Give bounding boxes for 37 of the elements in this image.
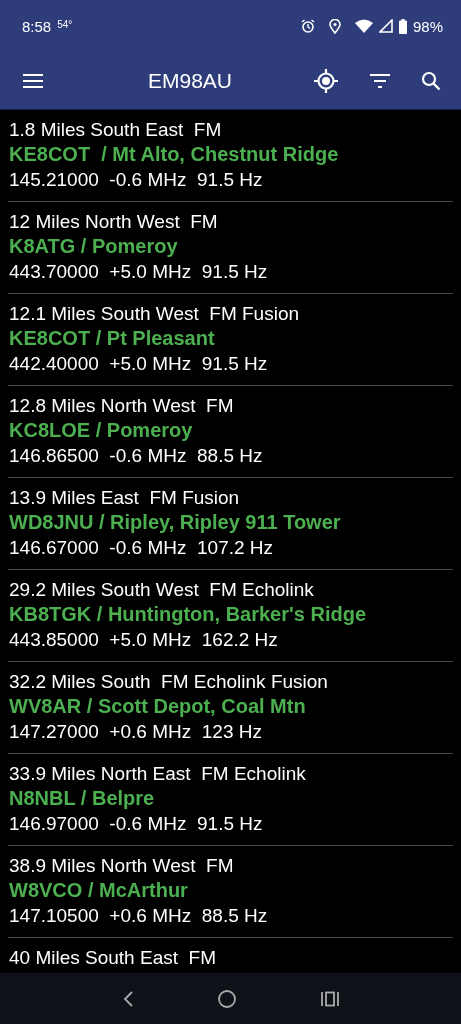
frequency-text: 147.10500 +0.6 MHz 88.5 Hz bbox=[9, 904, 269, 928]
distance-text: 1.8 Miles South East FM bbox=[9, 118, 223, 142]
repeater-name[interactable]: N8NBL / Belpre bbox=[9, 786, 452, 811]
frequency-text: 443.85000 +5.0 MHz 162.2 Hz bbox=[9, 628, 279, 652]
distance-text: 12.8 Miles North West FM bbox=[9, 394, 235, 418]
frequency-text: 146.86500 -0.6 MHz 88.5 Hz bbox=[9, 444, 264, 468]
repeater-name[interactable]: KC8LOE / Pomeroy bbox=[9, 418, 452, 443]
repeater-name[interactable]: K8ATG / Pomeroy bbox=[9, 234, 452, 259]
distance-text: 40 Miles South East FM bbox=[9, 946, 217, 970]
alarm-icon bbox=[300, 19, 315, 33]
distance-text: 12.1 Miles South West FM Fusion bbox=[9, 302, 301, 326]
distance-text: 33.9 Miles North East FM Echolink bbox=[9, 762, 307, 786]
repeater-name[interactable]: WD8JNU / Ripley, Ripley 911 Tower bbox=[9, 510, 452, 535]
repeater-name[interactable]: W8VCO / McArthur bbox=[9, 878, 452, 903]
wifi-icon bbox=[354, 19, 373, 33]
temperature-text: 54° bbox=[57, 18, 73, 30]
repeater-name[interactable]: KE8COT / Pt Pleasant bbox=[9, 326, 452, 351]
signal-icon bbox=[378, 19, 393, 33]
distance-text: 32.2 Miles South FM Echolink Fusion bbox=[9, 670, 329, 694]
frequency-text: 147.27000 +0.6 MHz 123 Hz bbox=[9, 720, 263, 744]
location-icon bbox=[328, 18, 341, 34]
app-title: EM98AU bbox=[148, 68, 234, 93]
distance-text: 13.9 Miles East FM Fusion bbox=[9, 486, 241, 510]
frequency-text: 442.40000 +5.0 MHz 91.5 Hz bbox=[9, 352, 269, 376]
frequency-text: 145.21000 -0.6 MHz 91.5 Hz bbox=[9, 168, 264, 192]
battery-percentage: 98% bbox=[412, 17, 443, 35]
distance-text: 12 Miles North West FM bbox=[9, 210, 219, 234]
battery-icon bbox=[398, 18, 407, 34]
frequency-text: 443.70000 +5.0 MHz 91.5 Hz bbox=[9, 260, 269, 284]
repeater-name[interactable]: KE8COT / Mt Alto, Chestnut Ridge bbox=[9, 142, 452, 167]
distance-text: 38.9 Miles North West FM bbox=[9, 854, 235, 878]
repeater-name[interactable]: KB8TGK / Huntington, Barker's Ridge bbox=[9, 602, 452, 627]
status-time: 8:58 bbox=[22, 17, 52, 35]
repeater-name[interactable]: WV8AR / Scott Depot, Coal Mtn bbox=[9, 694, 452, 719]
distance-text: 29.2 Miles South West FM Echolink bbox=[9, 578, 315, 602]
frequency-text: 146.67000 -0.6 MHz 107.2 Hz bbox=[9, 536, 275, 560]
frequency-text: 146.97000 -0.6 MHz 91.5 Hz bbox=[9, 812, 264, 836]
